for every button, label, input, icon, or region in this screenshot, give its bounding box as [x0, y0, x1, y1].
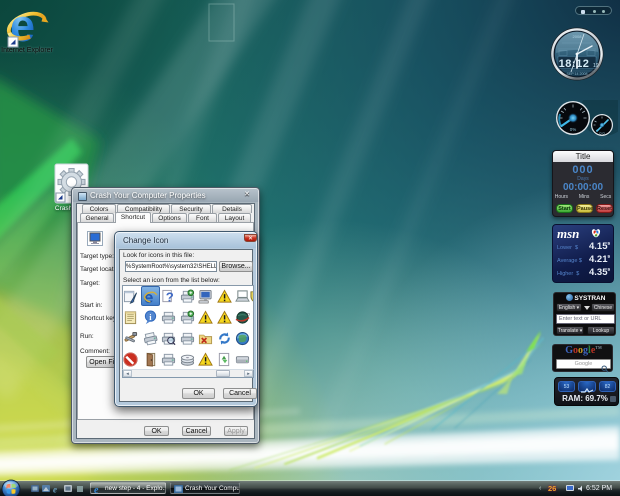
svg-text:0.0: 0.0	[599, 132, 604, 136]
svg-text:e: e	[53, 485, 57, 495]
svg-text:19: 19	[593, 63, 599, 69]
svg-text:0%: 0%	[570, 127, 577, 132]
svg-text:2008: 2008	[573, 34, 583, 39]
svg-text:SEP 14 2008: SEP 14 2008	[566, 72, 587, 76]
svg-text:e: e	[94, 485, 99, 494]
